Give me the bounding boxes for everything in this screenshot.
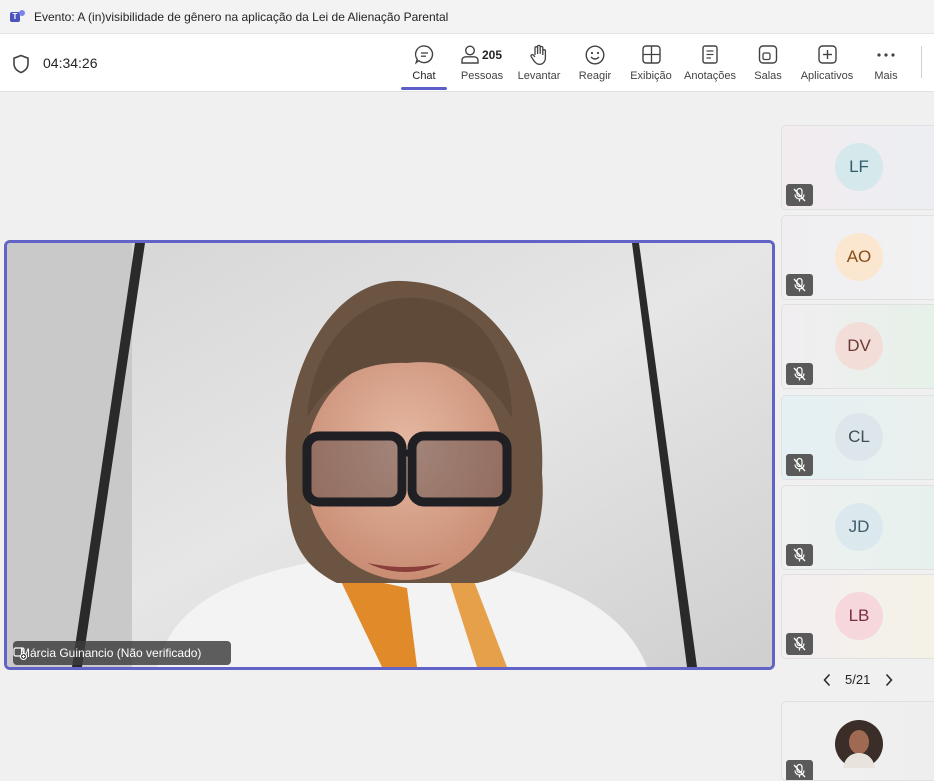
shield-icon[interactable] [12,54,30,74]
mic-muted-icon [786,274,813,296]
emoji-icon [585,45,605,65]
mic-muted-icon [786,454,813,476]
notes-icon [702,45,718,64]
title-bar: T Evento: A (in)visibilidade de gênero n… [0,0,934,34]
mic-muted-icon [786,363,813,385]
chat-label: Chat [412,70,436,82]
teams-logo-icon: T [10,9,26,24]
participant-avatar: CL [835,413,883,461]
chat-icon [414,45,434,65]
chevron-left-icon[interactable] [822,673,832,687]
participant-pager: 5/21 [820,671,900,691]
react-label: Reagir [578,70,612,82]
rooms-icon [758,45,778,64]
participant-tile[interactable]: DV [781,304,934,389]
self-view-tile[interactable] [781,701,934,781]
meeting-timer: 04:34:26 [43,55,98,71]
speaker-name-label: Márcia Guinancio (Não verificado) [13,641,232,665]
active-tab-indicator [401,87,447,90]
view-label: Exibição [630,70,672,82]
self-avatar-photo [835,720,883,768]
speaker-video-image [7,243,772,667]
react-button[interactable]: Reagir [575,34,615,92]
apps-button[interactable]: Aplicativos [797,34,857,92]
speaker-name: Márcia Guinancio (Não verificado) [20,646,202,660]
participant-tile[interactable]: CL [781,395,934,480]
apps-plus-icon [818,45,837,64]
mic-muted-icon [786,544,813,566]
participant-tile[interactable]: AO [781,215,934,300]
more-button[interactable]: Mais [868,34,904,92]
notes-button[interactable]: Anotações [681,34,739,92]
participant-avatar: DV [835,322,883,370]
window-title: Evento: A (in)visibilidade de gênero na … [34,9,449,24]
people-count: 205 [482,48,503,62]
view-button[interactable]: Exibição [627,34,675,92]
people-label: Pessoas [460,70,504,82]
participant-tile[interactable]: LB [781,574,934,659]
mic-muted-icon [786,633,813,655]
people-icon [461,45,479,64]
chevron-right-icon[interactable] [884,673,894,687]
mic-muted-icon [786,760,813,780]
view-grid-icon [642,45,661,64]
mic-muted-icon [786,184,813,206]
apps-label: Aplicativos [800,70,854,82]
more-label: Mais [874,70,898,82]
participant-avatar: LB [835,592,883,640]
people-button[interactable]: Pessoas [457,34,507,92]
meeting-toolbar: 04:34:26 Chat Pessoas 205 Levantar Reagi… [0,34,934,92]
hand-icon [530,44,547,65]
pin-video-icon[interactable] [13,646,27,660]
toolbar-separator [921,46,922,78]
rooms-button[interactable]: Salas [750,34,786,92]
more-icon [877,53,895,57]
notes-label: Anotações [684,70,736,82]
rooms-label: Salas [754,70,782,82]
pager-text: 5/21 [845,672,871,687]
main-video-tile[interactable]: Márcia Guinancio (Não verificado) [4,240,775,670]
participant-avatar: JD [835,503,883,551]
raise-hand-label: Levantar [517,70,561,82]
chat-button[interactable]: Chat [404,34,444,92]
participant-avatar: LF [835,143,883,191]
participant-tile[interactable]: LF [781,125,934,210]
participant-avatar: AO [835,233,883,281]
raise-hand-button[interactable]: Levantar [514,34,564,92]
participant-tile[interactable]: JD [781,485,934,570]
